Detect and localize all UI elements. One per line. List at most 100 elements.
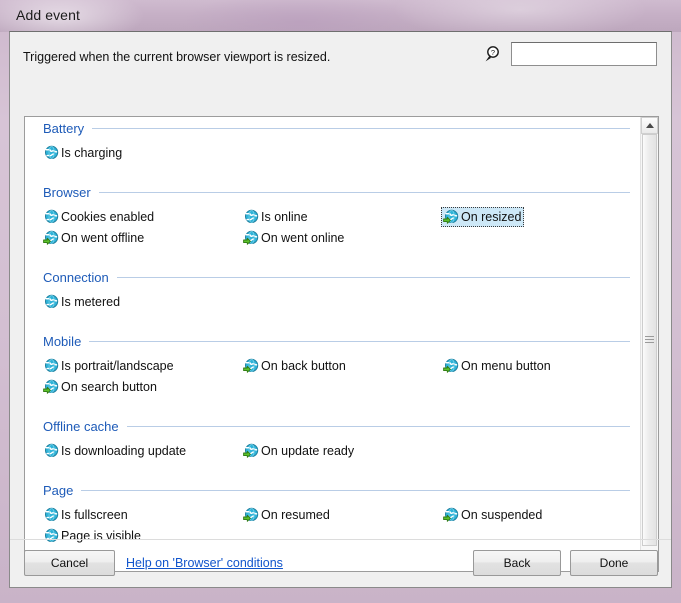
list-item-label: On search button — [61, 379, 157, 394]
event-description: Triggered when the current browser viewp… — [23, 50, 331, 64]
list-item-hit[interactable]: On back button — [241, 356, 349, 376]
list-item[interactable]: Is portrait/landscape — [25, 355, 225, 376]
conditions-list: Battery Is charging Browser Cookies enabled… — [25, 117, 640, 571]
help-link[interactable]: Help on 'Browser' conditions — [126, 556, 283, 570]
list-item-label: On suspended — [461, 507, 543, 522]
list-item-hit[interactable]: Is portrait/landscape — [41, 356, 177, 376]
list-item[interactable]: On went online — [225, 227, 425, 248]
chevron-up-icon — [645, 123, 654, 128]
svg-text:?: ? — [491, 48, 495, 57]
vertical-scrollbar[interactable] — [640, 117, 658, 571]
dialog-window: Add event Triggered when the current bro… — [0, 0, 681, 603]
list-item-label: On resized — [461, 209, 522, 224]
list-item-hit[interactable]: Is downloading update — [41, 441, 189, 461]
group-header: Page — [25, 479, 640, 501]
list-item-label: On went online — [261, 230, 345, 245]
list-item-hit[interactable]: On went online — [241, 228, 347, 248]
group-items: Is charging — [25, 139, 640, 163]
globe-event-icon — [443, 358, 459, 374]
scrollbar-thumb[interactable] — [642, 134, 657, 546]
list-item[interactable]: Is online — [225, 206, 425, 227]
conditions-list-panel: Battery Is charging Browser Cookies enabled… — [24, 116, 659, 572]
group-header: Battery — [25, 117, 640, 139]
list-item[interactable]: On suspended — [425, 504, 625, 525]
globe-event-icon — [43, 379, 59, 395]
list-item[interactable]: Is metered — [25, 291, 225, 312]
list-item[interactable]: Is downloading update — [25, 440, 225, 461]
list-item[interactable]: On menu button — [425, 355, 625, 376]
scroll-up-button[interactable] — [641, 117, 658, 134]
globe-event-icon — [43, 230, 59, 246]
list-item[interactable]: On resized — [425, 206, 625, 227]
list-item-hit[interactable]: Cookies enabled — [41, 207, 157, 227]
list-item-label: Is fullscreen — [61, 507, 128, 522]
search-area: ? — [484, 42, 657, 66]
group-title: Connection — [43, 269, 109, 285]
group-header: Browser — [25, 181, 640, 203]
list-item-label: On resumed — [261, 507, 330, 522]
list-item[interactable]: On search button — [25, 376, 225, 397]
search-input[interactable] — [511, 42, 657, 66]
list-item-hit[interactable]: Is fullscreen — [41, 505, 131, 525]
list-item[interactable]: On back button — [225, 355, 425, 376]
globe-condition-icon — [43, 443, 59, 459]
list-item-label: Is charging — [61, 145, 123, 160]
globe-condition-icon — [43, 145, 59, 161]
group-title: Page — [43, 482, 74, 498]
group-header: Mobile — [25, 330, 640, 352]
group-battery: Battery Is charging — [25, 117, 640, 181]
done-button[interactable]: Done — [570, 550, 658, 576]
list-item-hit[interactable]: On resized — [441, 206, 525, 227]
group-rule — [126, 425, 630, 427]
list-item[interactable]: On update ready — [225, 440, 425, 461]
list-item-hit[interactable]: Is charging — [41, 143, 125, 163]
globe-event-icon — [443, 507, 459, 523]
list-item-label: On update ready — [261, 443, 355, 458]
list-item-label: On went offline — [61, 230, 145, 245]
group-title: Battery — [43, 120, 85, 136]
list-item-label: Is downloading update — [61, 443, 187, 458]
list-item[interactable]: Is charging — [25, 142, 225, 163]
list-item-label: On menu button — [461, 358, 551, 373]
scrollbar-track[interactable] — [641, 134, 658, 554]
group-offline-cache: Offline cache Is downloading update On upd… — [25, 415, 640, 479]
window-title: Add event — [16, 7, 80, 23]
group-browser: Browser Cookies enabled Is online On resize… — [25, 181, 640, 266]
globe-condition-icon — [43, 294, 59, 310]
group-header: Offline cache — [25, 415, 640, 437]
group-items: Is downloading update On update ready — [25, 437, 640, 461]
globe-condition-icon — [43, 507, 59, 523]
group-connection: Connection Is metered — [25, 266, 640, 330]
cancel-button[interactable]: Cancel — [24, 550, 115, 576]
list-item[interactable]: Cookies enabled — [25, 206, 225, 227]
back-button[interactable]: Back — [473, 550, 561, 576]
list-item-hit[interactable]: On update ready — [241, 441, 357, 461]
globe-event-icon — [443, 209, 459, 225]
group-mobile: Mobile Is portrait/landscape On back butto… — [25, 330, 640, 415]
list-item[interactable]: On went offline — [25, 227, 225, 248]
list-item[interactable]: On resumed — [225, 504, 425, 525]
list-item-hit[interactable]: On resumed — [241, 505, 333, 525]
group-items: Cookies enabled Is online On resized On wen… — [25, 203, 640, 248]
group-rule — [116, 276, 630, 278]
title-bar: Add event — [0, 0, 681, 30]
list-item-label: Is online — [261, 209, 308, 224]
list-item-label: Is portrait/landscape — [61, 358, 174, 373]
group-rule — [92, 127, 630, 129]
scrollbar-grip-icon — [645, 334, 654, 345]
group-rule — [98, 191, 630, 193]
list-item-hit[interactable]: On went offline — [41, 228, 147, 248]
list-item-hit[interactable]: Is online — [241, 207, 311, 227]
list-item[interactable]: Is fullscreen — [25, 504, 225, 525]
list-item-hit[interactable]: On suspended — [441, 505, 545, 525]
list-item-hit[interactable]: On search button — [41, 377, 160, 397]
group-title: Browser — [43, 184, 91, 200]
group-rule — [81, 489, 630, 491]
list-item-hit[interactable]: Is metered — [41, 292, 123, 312]
search-help-icon: ? — [484, 44, 504, 64]
list-item-hit[interactable]: On menu button — [441, 356, 554, 376]
